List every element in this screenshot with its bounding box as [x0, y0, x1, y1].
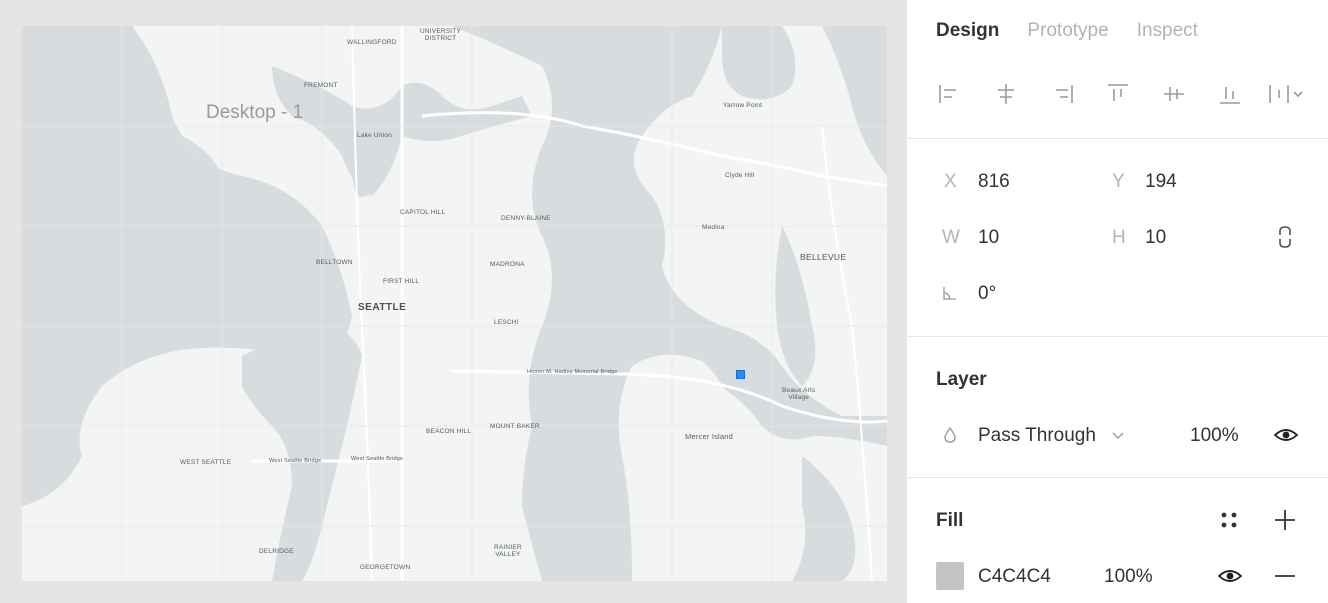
rotation-input[interactable]: 0°	[978, 283, 996, 305]
tab-prototype[interactable]: Prototype	[1027, 20, 1108, 42]
map-label-bellevue: BELLEVUE	[800, 252, 847, 262]
map-label-capitol-hill: CAPITOL HILL	[400, 209, 446, 216]
map-label-university-district: UNIVERSITY DISTRICT	[420, 28, 462, 42]
add-fill-icon[interactable]	[1273, 508, 1297, 532]
map-label-wallingford: WALLINGFORD	[347, 39, 397, 46]
map-label-georgetown: GEORGETOWN	[360, 564, 411, 571]
fill-visibility-eye-icon[interactable]	[1217, 565, 1243, 587]
map-label-seattle: SEATTLE	[358, 302, 407, 313]
remove-fill-icon[interactable]	[1273, 564, 1297, 588]
fill-hex-input[interactable]: C4C4C4	[978, 566, 1051, 588]
y-label: Y	[1112, 171, 1125, 192]
align-left-icon[interactable]	[936, 80, 964, 108]
map-label-rainier-valley: RAINIER VALLEY	[494, 544, 522, 558]
fill-color-swatch[interactable]	[936, 562, 964, 590]
map-label-first-hill: FIRST HILL	[383, 278, 420, 285]
divider	[907, 336, 1328, 337]
map-label-mercer-island: Mercer Island	[685, 432, 734, 441]
map-label-bridge: Homer M. Hadley Memorial Bridge	[527, 369, 618, 375]
eye-icon[interactable]	[1273, 424, 1299, 446]
map-label-denny-blaine: DENNY-BLAINE	[501, 215, 551, 222]
x-label: X	[944, 171, 957, 192]
blend-mode-select[interactable]: Pass Through	[978, 425, 1096, 447]
align-vertical-center-icon[interactable]	[1160, 80, 1188, 108]
rotation-icon	[943, 287, 956, 300]
fill-opacity-input[interactable]: 100%	[1104, 566, 1153, 588]
panel-tabs: Design Prototype Inspect	[936, 20, 1198, 42]
align-bottom-icon[interactable]	[1216, 80, 1244, 108]
distribute-dropdown-icon[interactable]	[1266, 80, 1306, 108]
layer-opacity-input[interactable]: 100%	[1190, 425, 1239, 447]
align-horizontal-center-icon[interactable]	[992, 80, 1020, 108]
constrain-proportions-icon[interactable]	[1275, 224, 1295, 250]
map-label-fremont: FREMONT	[304, 82, 338, 89]
map-label-clyde-hill: Clyde Hill	[725, 172, 755, 179]
divider	[907, 477, 1328, 478]
tab-design[interactable]: Design	[936, 20, 999, 42]
map-graphic	[22, 26, 887, 581]
x-input[interactable]: 816	[978, 171, 1010, 193]
design-panel: Design Prototype Inspect X 816 Y 194 W 1…	[906, 0, 1328, 603]
map-label-west-seattle-bridge-2: West Seattle Bridge	[351, 456, 404, 462]
align-right-icon[interactable]	[1048, 80, 1076, 108]
map-image[interactable]: UNIVERSITY DISTRICT WALLINGFORD FREMONT …	[22, 26, 887, 581]
h-input[interactable]: 10	[1145, 227, 1166, 249]
map-label-beaux-arts: Beaux Arts Village	[782, 387, 816, 401]
blend-mode-drop-icon	[944, 426, 956, 443]
map-label-madrona: MADRONA	[490, 261, 525, 268]
map-label-medina: Medina	[702, 224, 725, 231]
map-label-yarrow-point: Yarrow Point	[723, 102, 763, 109]
tab-inspect[interactable]: Inspect	[1137, 20, 1198, 42]
map-label-lake-union: Lake Union	[357, 132, 392, 139]
w-label: W	[942, 227, 960, 248]
alignment-toolbar	[936, 78, 1306, 112]
map-label-west-seattle: WEST SEATTLE	[180, 459, 232, 466]
frame-label[interactable]: Desktop - 1	[206, 102, 303, 124]
divider	[907, 138, 1328, 139]
layer-section-title: Layer	[936, 369, 987, 390]
map-label-mount-baker: MOUNT BAKER	[490, 423, 540, 430]
design-canvas[interactable]: UNIVERSITY DISTRICT WALLINGFORD FREMONT …	[0, 0, 906, 603]
y-input[interactable]: 194	[1145, 171, 1177, 193]
styles-grid-icon[interactable]	[1219, 510, 1239, 530]
map-label-leschi: LESCHI	[494, 319, 519, 326]
map-label-delridge: DELRIDGE	[259, 548, 294, 555]
fill-section-title: Fill	[936, 510, 964, 531]
h-label: H	[1112, 227, 1126, 248]
w-input[interactable]: 10	[978, 227, 999, 249]
map-label-west-seattle-bridge: West Seattle Bridge	[269, 458, 322, 464]
chevron-down-icon[interactable]	[1111, 428, 1125, 442]
selected-rectangle[interactable]	[736, 370, 745, 379]
map-label-beacon-hill: BEACON HILL	[426, 428, 472, 435]
align-top-icon[interactable]	[1104, 80, 1132, 108]
map-label-belltown: BELLTOWN	[316, 259, 353, 266]
